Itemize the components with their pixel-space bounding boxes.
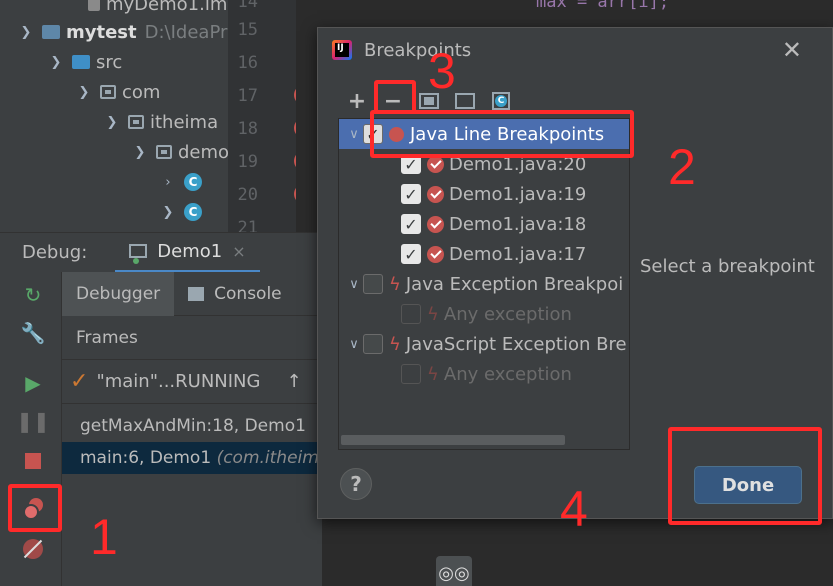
dialog-titlebar: IJ Breakpoints ✕ <box>318 28 832 72</box>
tree-item-class-1[interactable]: › C <box>160 168 202 196</box>
breakpoints-tree: ∨ ✓ Java Line Breakpoints ✓ Demo1.java:2… <box>338 118 630 450</box>
chevron-right-icon[interactable]: › <box>160 175 176 190</box>
horizontal-scrollbar[interactable] <box>341 435 565 445</box>
line-number: 14 <box>237 0 258 12</box>
annotation-number-3: 3 <box>428 43 456 99</box>
debugger-subtabs: Debugger Console <box>62 271 322 316</box>
add-breakpoint-button[interactable]: + <box>342 88 372 114</box>
wrench-icon[interactable]: 🔧 <box>20 320 46 346</box>
class-icon: C <box>184 203 202 221</box>
breakpoint-item[interactable]: ✓ Demo1.java:19 <box>339 179 629 209</box>
editor-gutter: 14 15 16 17 18 19 20 21 <box>228 0 314 238</box>
breakpoint-item[interactable]: ϟ Any exception <box>339 299 629 329</box>
class-icon: C <box>184 173 202 191</box>
frame-row[interactable]: getMaxAndMin:18, Demo1 <box>62 410 322 442</box>
line-number: 18 <box>237 119 258 139</box>
chevron-down-icon[interactable]: ❯ <box>160 205 176 220</box>
frames-label: Frames <box>62 316 322 360</box>
intellij-logo-icon: IJ <box>332 40 352 60</box>
chevron-down-icon[interactable]: ∨ <box>345 127 363 142</box>
annotation-box-4 <box>668 427 822 525</box>
console-icon <box>188 286 205 301</box>
package-icon <box>100 85 116 99</box>
annotation-box-2 <box>370 110 634 158</box>
tree-item-iml[interactable]: myDemo1.iml <box>80 0 232 18</box>
breakpoint-item[interactable]: ✓ Demo1.java:17 <box>339 239 629 269</box>
exception-breakpoint-icon: ϟ <box>389 333 401 355</box>
breakpoint-checkbox[interactable]: ✓ <box>401 214 421 234</box>
thread-selector[interactable]: ✓ "main"...RUNNING ↑ <box>62 360 322 404</box>
line-number: 16 <box>237 53 258 73</box>
line-breakpoint-icon <box>427 215 444 233</box>
tree-item-class-2[interactable]: ❯ C <box>160 198 202 226</box>
tree-item-itheima[interactable]: ❯ itheima <box>104 108 219 136</box>
line-number: 15 <box>237 20 258 40</box>
tree-item-demo[interactable]: ❯ demo <box>132 138 230 166</box>
pause-icon[interactable]: ❚❚ <box>16 408 50 434</box>
exception-breakpoint-icon: ϟ <box>427 363 439 385</box>
tree-group-js-exception[interactable]: ∨ ϟ JavaScript Exception Bre <box>339 329 629 359</box>
chevron-down-icon[interactable]: ❯ <box>132 145 148 160</box>
tree-item-com[interactable]: ❯ com <box>76 78 161 106</box>
resume-icon[interactable]: ▶ <box>20 370 46 396</box>
tab-console[interactable]: Console <box>174 272 296 316</box>
copy-icon[interactable] <box>436 520 466 550</box>
annotation-box-1 <box>8 484 62 532</box>
line-number: 20 <box>237 185 258 205</box>
line-breakpoint-icon <box>427 185 444 203</box>
breakpoint-item[interactable]: ϟ Any exception <box>339 359 629 389</box>
code-line: max = arr[i]; <box>536 0 670 12</box>
chevron-down-icon[interactable]: ∨ <box>345 277 363 292</box>
line-breakpoint-icon <box>427 245 444 263</box>
empty-details-message: Select a breakpoint <box>640 256 815 277</box>
glasses-icon[interactable]: ◎◎ <box>436 556 472 586</box>
file-icon <box>88 0 100 11</box>
line-number: 19 <box>237 152 258 172</box>
tree-item-module[interactable]: ❯ mytest D:\IdeaPr <box>18 18 228 46</box>
tree-group-java-exception[interactable]: ∨ ϟ Java Exception Breakpoi <box>339 269 629 299</box>
breakpoint-checkbox[interactable]: ✓ <box>401 244 421 264</box>
help-button[interactable]: ? <box>340 468 372 500</box>
exception-breakpoint-icon: ϟ <box>427 303 439 325</box>
rerun-icon[interactable]: ↻ <box>20 282 46 308</box>
project-tree: myDemo1.iml ❯ mytest D:\IdeaPr ❯ src ❯ c… <box>0 0 232 232</box>
debug-session-tab[interactable]: Demo1 × <box>115 233 260 273</box>
exception-breakpoint-icon: ϟ <box>389 273 401 295</box>
run-config-icon <box>129 244 148 264</box>
close-icon[interactable]: ✕ <box>782 36 802 64</box>
chevron-down-icon[interactable]: ❯ <box>76 85 92 100</box>
line-breakpoint-icon <box>427 155 444 173</box>
debug-toolbar: ↻ 🔧 ▶ ❚❚ <box>0 272 62 586</box>
chevron-down-icon[interactable]: ❯ <box>18 25 34 40</box>
annotation-number-2: 2 <box>668 139 696 195</box>
chevron-down-icon[interactable]: ❯ <box>104 115 120 130</box>
stop-icon[interactable] <box>20 448 46 474</box>
breakpoint-checkbox[interactable]: ✓ <box>401 184 421 204</box>
breakpoint-item[interactable]: ✓ Demo1.java:18 <box>339 209 629 239</box>
file-group-icon <box>455 93 475 109</box>
module-folder-icon <box>42 25 60 39</box>
annotation-number-1: 1 <box>90 509 118 565</box>
close-icon[interactable]: × <box>232 242 245 261</box>
arrow-up-icon[interactable]: ↑ <box>286 371 301 392</box>
frame-row[interactable]: main:6, Demo1 (com.itheim <box>62 442 322 474</box>
breakpoint-checkbox[interactable] <box>401 364 421 384</box>
debug-title: Debug: <box>22 242 88 263</box>
chevron-down-icon[interactable]: ∨ <box>345 337 363 352</box>
line-number: 17 <box>237 86 258 106</box>
class-group-icon: C <box>492 92 510 110</box>
tab-debugger[interactable]: Debugger <box>62 271 175 316</box>
source-folder-icon <box>72 55 90 69</box>
tree-item-src[interactable]: ❯ src <box>48 48 123 76</box>
group-checkbox[interactable] <box>363 334 383 354</box>
chevron-down-icon[interactable]: ❯ <box>48 55 64 70</box>
package-icon <box>156 145 172 159</box>
check-icon: ✓ <box>70 369 89 394</box>
annotation-number-4: 4 <box>560 481 588 537</box>
package-icon <box>128 115 144 129</box>
breakpoint-checkbox[interactable] <box>401 304 421 324</box>
annotation-box-3 <box>374 80 416 114</box>
mute-breakpoints-icon[interactable] <box>20 536 46 562</box>
group-checkbox[interactable] <box>363 274 383 294</box>
